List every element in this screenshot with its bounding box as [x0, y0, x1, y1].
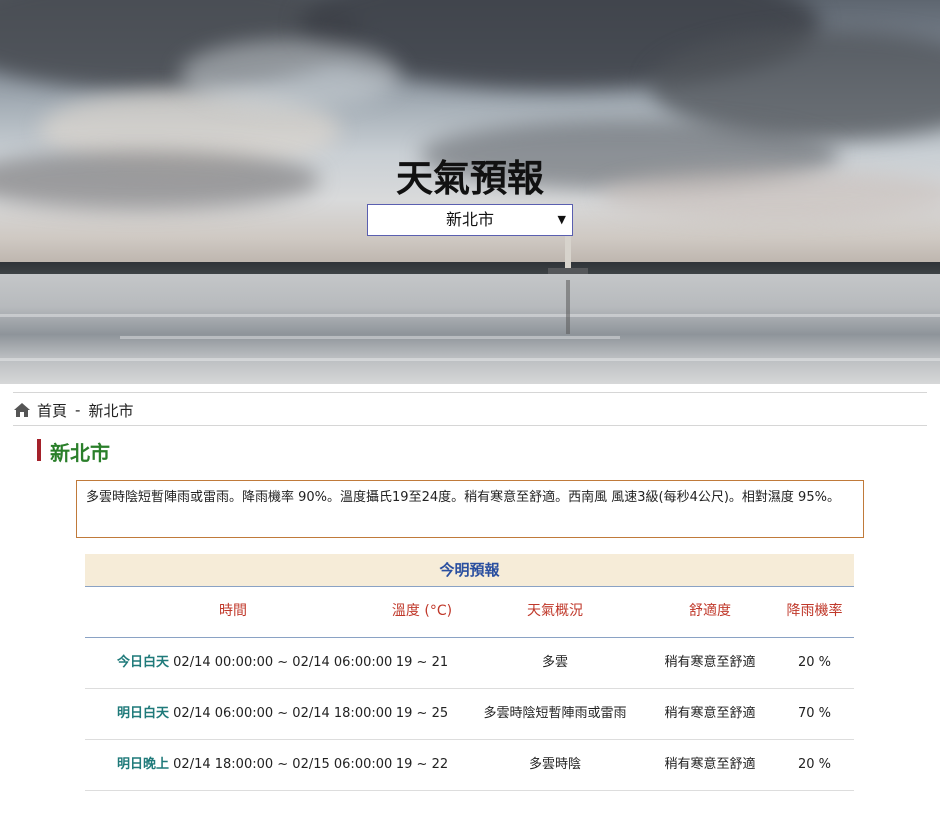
weather-cell: 多雲時陰	[528, 757, 581, 772]
rain-probability-cell: 20 %	[797, 655, 832, 670]
table-row: 明日白天 02/14 06:00:00 ~ 02/14 18:00:00 19 …	[85, 689, 854, 740]
column-header-comfort: 舒適度	[689, 603, 731, 619]
rain-probability-cell: 20 %	[797, 757, 832, 772]
breadcrumb-current: 新北市	[88, 401, 134, 420]
comfort-cell: 稍有寒意至舒適	[664, 706, 756, 721]
city-select[interactable]: 新北市 ▼	[367, 204, 573, 236]
period-time-range: 02/14 06:00:00 ~ 02/14 18:00:00	[173, 706, 393, 721]
divider	[13, 392, 927, 393]
horizon-treeline	[0, 262, 940, 274]
divider	[13, 425, 927, 426]
period-label: 明日晚上	[117, 757, 170, 772]
period-label: 明日白天	[117, 706, 170, 721]
period-label: 今日白天	[117, 655, 170, 670]
breadcrumb-home-link[interactable]: 首頁	[37, 400, 67, 421]
lighthouse	[565, 234, 571, 272]
forecast-table-title: 今明預報	[85, 554, 854, 587]
column-header-temperature: 溫度 (°C)	[391, 603, 453, 619]
page-title: 天氣預報	[396, 157, 544, 200]
table-row: 今日白天 02/14 00:00:00 ~ 02/14 06:00:00 19 …	[85, 638, 854, 689]
period-time-range: 02/14 00:00:00 ~ 02/14 06:00:00	[173, 655, 393, 670]
column-header-weather: 天氣概況	[527, 603, 583, 619]
temperature-cell: 19 ~ 25	[395, 706, 449, 721]
table-row: 明日晚上 02/14 18:00:00 ~ 02/15 06:00:00 19 …	[85, 740, 854, 791]
column-header-time: 時間	[219, 603, 247, 619]
chevron-down-icon: ▼	[557, 213, 566, 226]
temperature-cell: 19 ~ 21	[395, 655, 449, 670]
weather-cell: 多雲時陰短暫陣雨或雷雨	[483, 706, 627, 721]
weather-summary: 多雲時陰短暫陣雨或雷雨。降雨機率 90%。溫度攝氏19至24度。稍有寒意至舒適。…	[76, 480, 864, 538]
comfort-cell: 稍有寒意至舒適	[664, 757, 756, 772]
city-heading: 新北市	[50, 441, 110, 465]
temperature-cell: 19 ~ 22	[395, 757, 449, 772]
lake-water	[0, 274, 940, 384]
breadcrumb-separator: -	[75, 401, 81, 419]
rain-probability-cell: 70 %	[797, 706, 832, 721]
lighthouse-base	[548, 268, 588, 274]
breadcrumb: 首頁 - 新北市	[13, 398, 133, 422]
period-time-range: 02/14 18:00:00 ~ 02/15 06:00:00	[173, 757, 393, 772]
city-select-value: 新北市	[445, 210, 494, 229]
column-header-rain-probability: 降雨機率	[786, 603, 843, 619]
comfort-cell: 稍有寒意至舒適	[664, 655, 756, 670]
heading-accent-bar	[37, 439, 41, 461]
lighthouse-reflection	[566, 280, 570, 334]
home-icon[interactable]	[13, 402, 31, 418]
cloud-decoration	[180, 40, 400, 110]
forecast-column-headers: 時間 溫度 (°C) 天氣概況 舒適度 降雨機率	[85, 587, 854, 638]
weather-cell: 多雲	[541, 655, 568, 670]
hero-banner: 天氣預報 新北市 ▼	[0, 0, 940, 384]
